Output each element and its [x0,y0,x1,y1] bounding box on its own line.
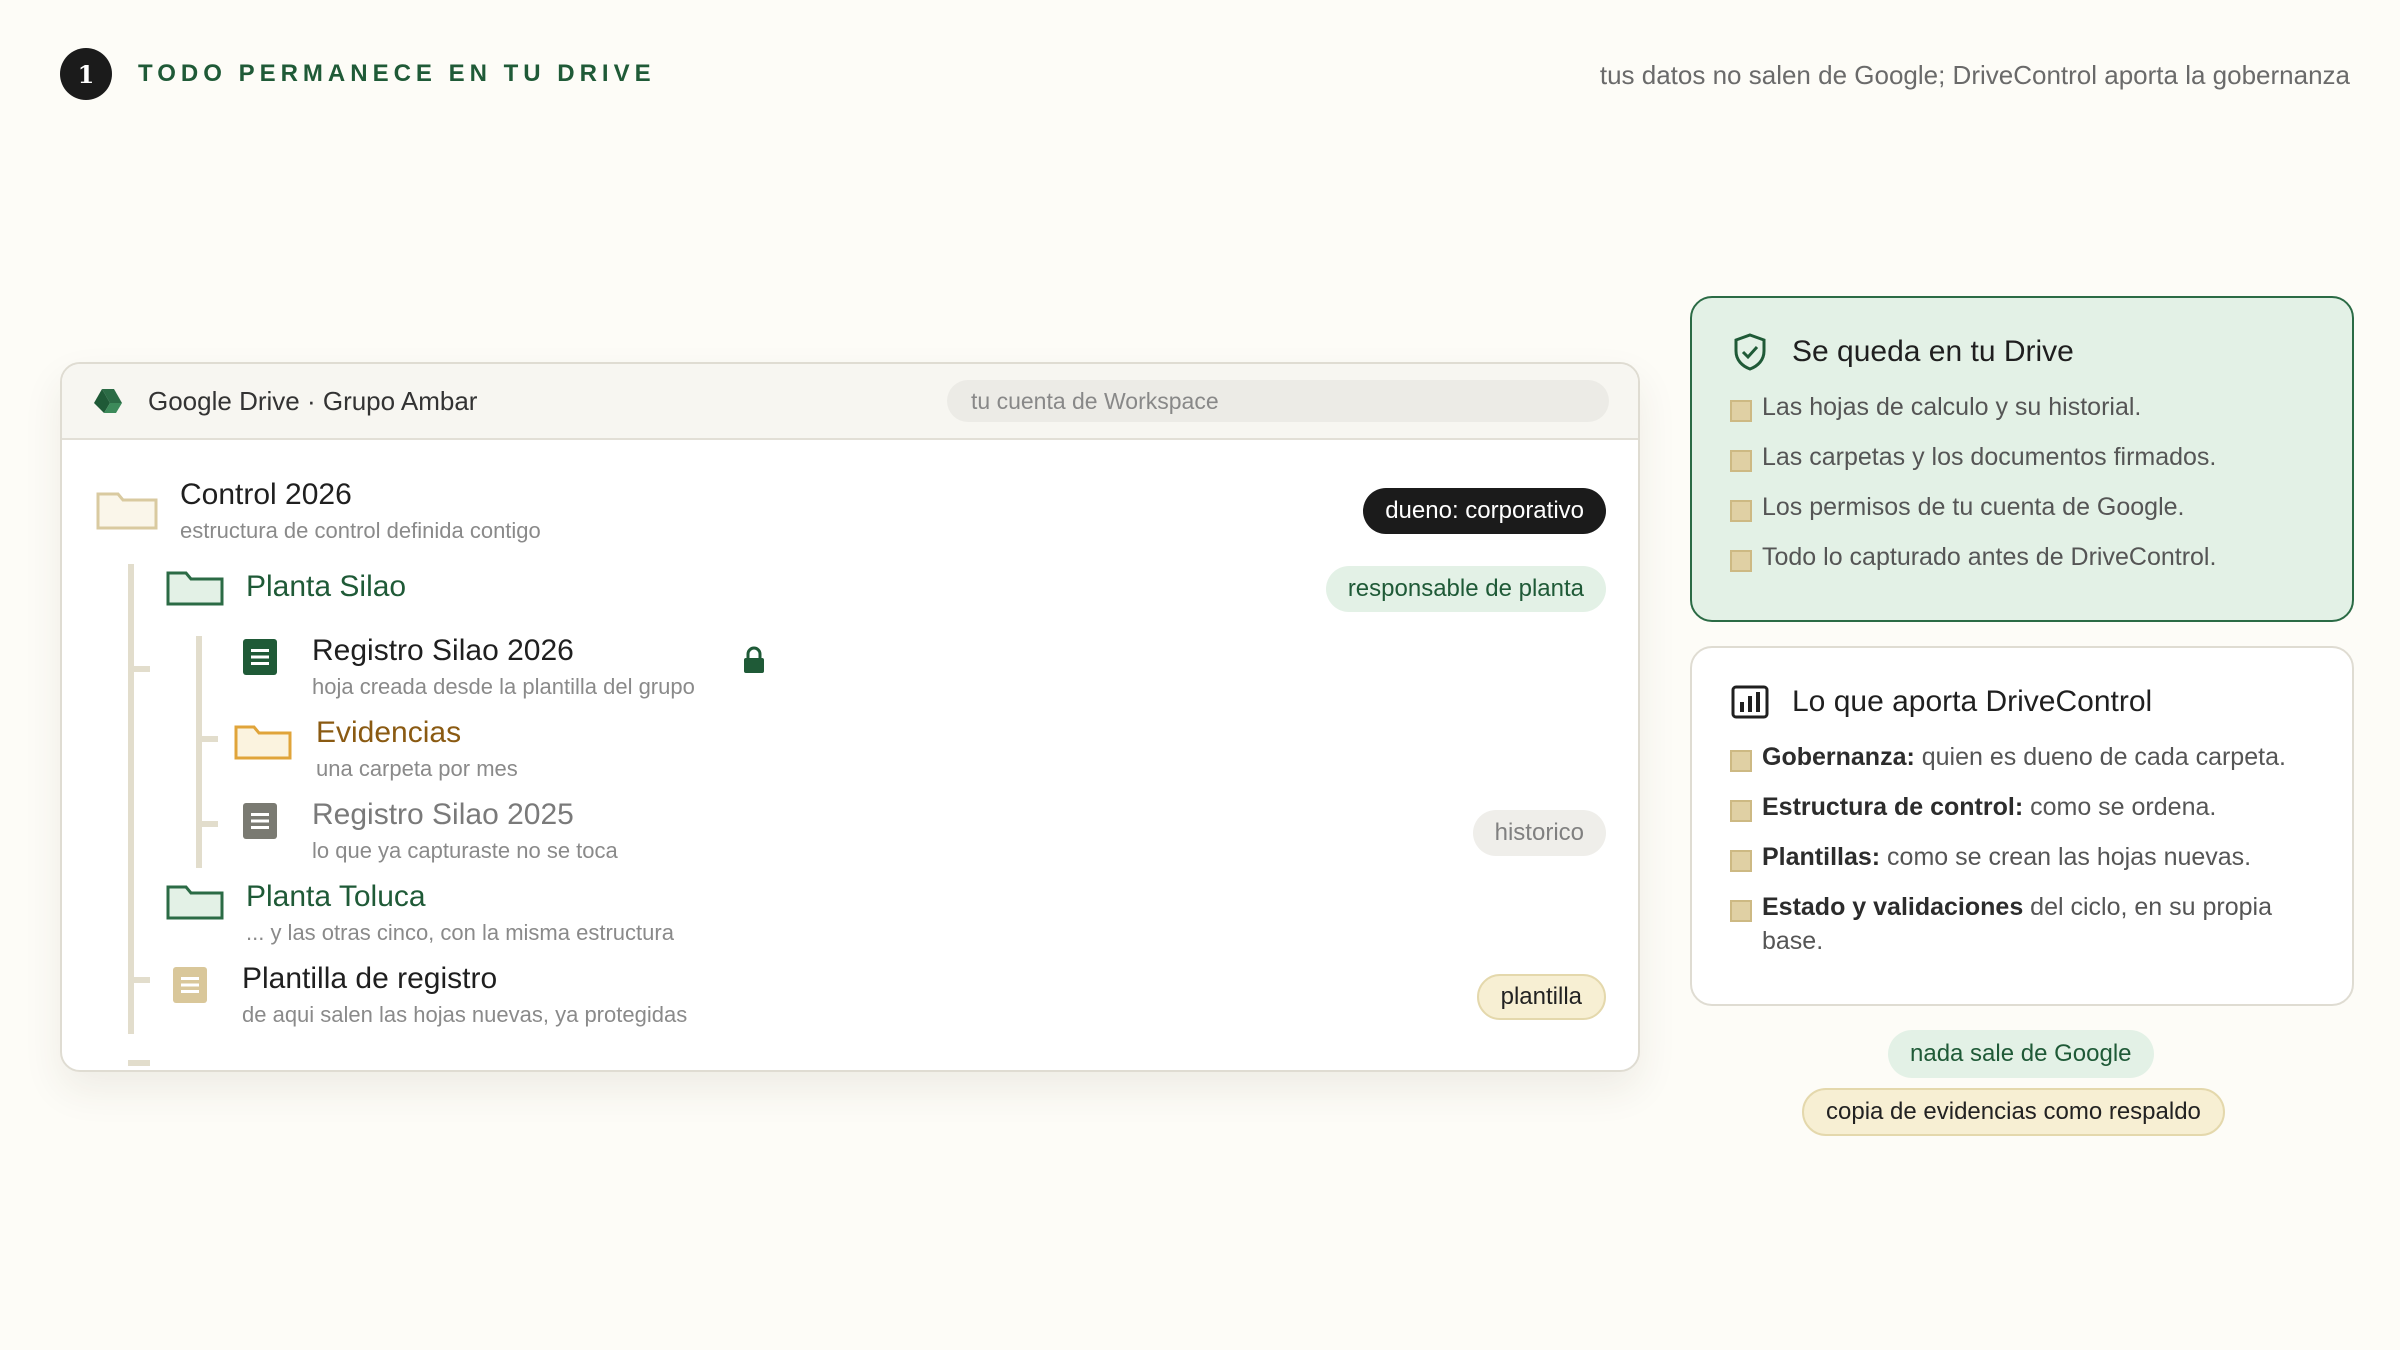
template-icon [173,967,207,1003]
folder-title: Planta Silao [246,570,407,603]
folder-title: Planta Toluca [246,880,426,913]
drive-title: Google Drive · Grupo Ambar [148,385,478,416]
card-drivecontrol-adds: Lo que aporta DriveControl Gobernanza: q… [1690,646,2354,1006]
item-text: como se ordena. [2023,793,2217,821]
stays-list: Las hojas de calculo y su historial. Las… [1730,390,2314,574]
card-stays-in-drive: Se queda en tu Drive Las hojas de calcul… [1690,296,2354,622]
item-label: Estado y validaciones [1762,893,2024,921]
header-note: tus datos no salen de Google; DriveContr… [1599,60,2350,90]
workspace-search-input[interactable] [947,380,1609,422]
step-header: 1 TODO PERMANECE EN TU DRIVE [60,48,656,100]
step-number: 1 [60,48,112,100]
google-drive-icon [94,389,122,413]
list-item: Las carpetas y los documentos firmados. [1730,440,2314,474]
item-text: quien es dueno de cada carpeta. [1914,743,2286,771]
tree-line [128,564,134,1034]
list-item: Plantillas: como se crean las hojas nuev… [1730,840,2314,874]
list-item: Todo lo capturado antes de DriveControl. [1730,540,2314,574]
file-subtitle: lo que ya capturaste no se toca [312,838,618,863]
shield-check-icon [1734,333,1766,371]
item-label: Plantillas: [1762,843,1881,871]
folder-icon [166,571,224,606]
file-subtitle: de aqui salen las hojas nuevas, ya prote… [242,1002,688,1027]
tag-nothing-leaves-google: nada sale de Google [1888,1030,2154,1078]
spreadsheet-icon [243,803,277,839]
responsible-badge: responsable de planta [1325,566,1606,612]
card-title: Lo que aporta DriveControl [1792,685,2153,718]
tree-branch [128,1060,150,1066]
tree-branch [196,821,218,827]
folder-title: Evidencias [316,716,462,749]
adds-list: Gobernanza: quien es dueno de cada carpe… [1730,740,2314,958]
card-title: Se queda en tu Drive [1792,335,2074,368]
list-item: Estructura de control: como se ordena. [1730,790,2314,824]
card-header: Lo que aporta DriveControl [1730,682,2314,722]
drive-panel: Google Drive · Grupo Ambar Control 2026 … [60,362,1640,1072]
list-item: Las hojas de calculo y su historial. [1730,390,2314,424]
folder-subtitle: una carpeta por mes [316,756,518,781]
item-label: Estructura de control: [1762,793,2024,821]
bar-chart-icon [1731,685,1769,719]
tree-branch [128,977,150,983]
folder-subtitle: estructura de control definida contigo [180,518,541,543]
list-item: Gobernanza: quien es dueno de cada carpe… [1730,740,2314,774]
item-label: Gobernanza: [1762,743,1915,771]
folder-subtitle: ... y las otras cinco, con la misma estr… [246,920,674,945]
tree-line [196,636,202,868]
folder-title: Control 2026 [180,478,352,511]
file-title: Registro Silao 2025 [312,798,574,831]
tag-evidence-backup: copia de evidencias como respaldo [1802,1088,2225,1136]
owner-badge: dueno: corporativo [1363,488,1606,534]
drive-toolbar: Google Drive · Grupo Ambar [62,364,1638,440]
tree-branch [128,666,150,672]
file-title: Registro Silao 2026 [312,634,574,667]
lock-icon [744,646,764,673]
folder-icon [96,492,158,530]
folder-icon [234,725,292,760]
spreadsheet-icon [243,639,277,675]
card-header: Se queda en tu Drive [1730,332,2314,372]
history-badge: historico [1472,810,1606,856]
item-text: como se crean las hojas nuevas. [1880,843,2252,871]
step-title: TODO PERMANECE EN TU DRIVE [138,60,656,87]
list-item: Los permisos de tu cuenta de Google. [1730,490,2314,524]
folder-icon [166,885,224,920]
tree-branch [196,736,218,742]
list-item: Estado y validaciones del ciclo, en su p… [1730,890,2314,958]
file-subtitle: hoja creada desde la plantilla del grupo [312,674,695,699]
file-title: Plantilla de registro [242,962,498,995]
template-badge: plantilla [1476,974,1606,1020]
